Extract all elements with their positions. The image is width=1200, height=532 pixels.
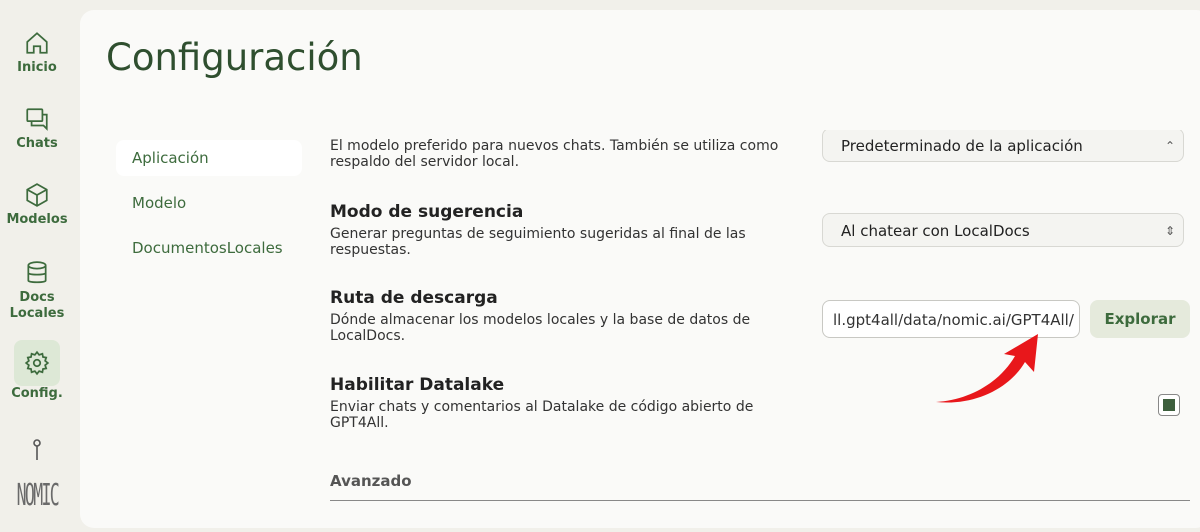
database-icon: [27, 261, 47, 284]
chevron-updown-icon: ⌃: [1164, 139, 1175, 153]
settings-tabs: Aplicación Modelo DocumentosLocales: [116, 140, 302, 275]
tab-aplicacion[interactable]: Aplicación: [116, 140, 302, 176]
page-title: Configuración: [106, 36, 363, 79]
suggestion-mode-select[interactable]: Al chatear con LocalDocs ⇕: [822, 213, 1184, 247]
default-model-value: Predeterminado de la aplicación: [841, 137, 1083, 155]
left-nav: Inicio Chats Modelos Docs Locales Config…: [0, 0, 74, 532]
nav-label-docs-locales: Docs Locales: [9, 290, 65, 321]
tab-documentos-locales[interactable]: DocumentosLocales: [116, 230, 302, 266]
chevron-updown-icon: ⇕: [1164, 224, 1175, 238]
antenna-icon: [33, 439, 41, 460]
nav-label-config: Config.: [11, 386, 63, 401]
suggestion-mode-value: Al chatear con LocalDocs: [841, 222, 1030, 240]
nav-active-highlight: [14, 340, 60, 386]
nav-item-inicio[interactable]: Inicio: [0, 30, 74, 76]
datalake-desc: Enviar chats y comentarios al Datalake d…: [330, 399, 754, 431]
checkbox-checked-mark: [1163, 399, 1175, 411]
default-model-desc: El modelo preferido para nuevos chats. T…: [330, 138, 779, 170]
cube-icon: [26, 183, 48, 207]
settings-card: Configuración Aplicación Modelo Document…: [80, 10, 1200, 528]
nav-label-inicio: Inicio: [17, 60, 57, 75]
nav-item-config[interactable]: Config.: [0, 340, 74, 402]
datalake-title: Habilitar Datalake: [330, 375, 505, 395]
suggestion-mode-desc: Generar preguntas de seguimiento sugerid…: [330, 226, 746, 258]
nav-label-chats: Chats: [16, 136, 58, 151]
setting-datalake: Habilitar Datalake Enviar chats y coment…: [330, 375, 1200, 431]
nav-item-modelos[interactable]: Modelos: [0, 182, 74, 228]
settings-panel: El modelo preferido para nuevos chats. T…: [330, 130, 1200, 510]
nav-item-docs-locales[interactable]: Docs Locales: [0, 260, 74, 322]
gear-icon: [24, 350, 50, 376]
nav-item-chats[interactable]: Chats: [0, 106, 74, 152]
datalake-checkbox[interactable]: [1158, 394, 1180, 416]
chat-icon: [26, 108, 48, 131]
nav-label-modelos: Modelos: [6, 212, 68, 227]
browse-button[interactable]: Explorar: [1090, 300, 1190, 338]
advanced-section-header[interactable]: Avanzado: [330, 472, 1190, 501]
download-path-desc: Dónde almacenar los modelos locales y la…: [330, 312, 751, 344]
home-icon: [26, 32, 48, 54]
tab-modelo[interactable]: Modelo: [116, 185, 302, 221]
nomic-logo: NOMIC: [16, 478, 60, 513]
default-model-select[interactable]: Predeterminado de la aplicación ⌃: [822, 130, 1184, 162]
annotation-arrow-icon: [936, 334, 1038, 403]
